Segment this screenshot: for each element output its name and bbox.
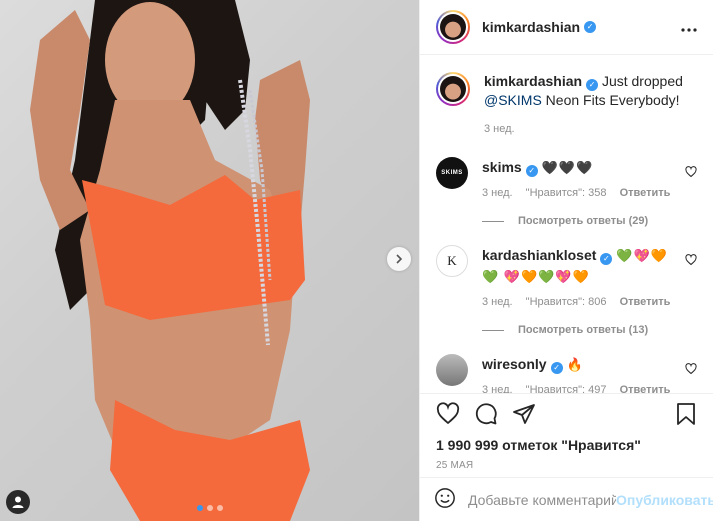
comment-age[interactable]: 3 нед. [482, 187, 513, 199]
save-button[interactable] [675, 402, 697, 429]
comment-avatar[interactable]: K [436, 245, 468, 277]
view-replies-label: Посмотреть ответы (13) [518, 324, 649, 336]
like-button[interactable] [436, 401, 460, 429]
comment-composer: Опубликовать [420, 477, 713, 521]
comment-likes[interactable]: "Нравится": 358 [526, 187, 607, 199]
more-icon [681, 28, 697, 32]
chevron-right-icon [396, 254, 403, 264]
carousel-dots [0, 505, 419, 511]
view-replies-button[interactable]: Посмотреть ответы (29) [482, 215, 697, 227]
heart-icon [685, 166, 697, 178]
carousel-dot[interactable] [216, 505, 223, 511]
heart-icon [685, 254, 697, 266]
comment-text: 🖤🖤🖤 [541, 160, 594, 175]
author-avatar[interactable] [436, 10, 470, 44]
photo-illustration [30, 0, 310, 521]
comment-item: K kardashiankloset ✓ 💚💖🧡💚 💖🧡💚💖🧡 3 нед. "Н… [436, 245, 697, 308]
verified-icon: ✓ [600, 253, 613, 265]
share-button[interactable] [512, 402, 536, 429]
caption-username[interactable]: kimkardashian [484, 73, 582, 89]
comment-likes[interactable]: "Нравится": 497 [526, 384, 607, 393]
reply-button[interactable]: Ответить [620, 384, 671, 393]
publish-button[interactable]: Опубликовать [616, 492, 713, 508]
comment-input[interactable] [468, 491, 616, 508]
caption-age[interactable]: 3 нед. [484, 123, 515, 135]
comment-username[interactable]: wiresonly [482, 356, 547, 372]
verified-icon: ✓ [586, 79, 599, 91]
view-replies-label: Посмотреть ответы (29) [518, 215, 649, 227]
caption-text: Just dropped [601, 73, 683, 89]
comments-list[interactable]: kimkardashian ✓ Just dropped @SKIMS Neon … [420, 56, 713, 393]
post-side-panel: kimkardashian ✓ kimkardashian ✓ Just drop… [419, 0, 713, 521]
comment-username[interactable]: skims [482, 159, 522, 175]
comment-text: 🔥 [566, 357, 584, 372]
caption: kimkardashian ✓ Just dropped @SKIMS Neon … [436, 72, 697, 139]
reply-button[interactable]: Ответить [620, 296, 671, 308]
comment-age[interactable]: 3 нед. [482, 384, 513, 393]
caption-rest: Neon Fits Everybody! [545, 92, 680, 108]
post-photo[interactable] [0, 0, 419, 521]
comment-item: SKIMS skims ✓ 🖤🖤🖤 3 нед. "Нравится": 358 … [436, 157, 697, 199]
more-options-button[interactable] [681, 19, 697, 35]
comment-likes[interactable]: "Нравится": 806 [526, 296, 607, 308]
share-icon [513, 403, 535, 424]
comment-avatar[interactable] [436, 354, 468, 386]
carousel-next-button[interactable] [387, 247, 411, 271]
emoji-picker-button[interactable] [434, 487, 456, 512]
heart-icon [436, 401, 460, 424]
comment-button[interactable] [474, 402, 498, 429]
comment-like-button[interactable] [685, 253, 697, 269]
likes-count[interactable]: 1 990 999 отметок "Нравится" [436, 437, 697, 453]
post-header: kimkardashian ✓ [420, 0, 713, 55]
verified-icon: ✓ [525, 165, 538, 177]
bookmark-icon [677, 402, 695, 425]
comment-like-button[interactable] [685, 362, 697, 378]
comment-icon [475, 402, 497, 424]
carousel-dot[interactable] [206, 505, 213, 511]
view-replies-button[interactable]: Посмотреть ответы (13) [482, 324, 697, 336]
heart-icon [685, 363, 697, 375]
verified-icon: ✓ [584, 21, 597, 33]
reply-button[interactable]: Ответить [620, 187, 671, 199]
verified-icon: ✓ [550, 362, 563, 374]
caption-avatar[interactable] [436, 72, 470, 106]
post-actions: 1 990 999 отметок "Нравится" 25 мая [420, 393, 713, 471]
comment-username[interactable]: kardashiankloset [482, 247, 596, 263]
emoji-icon [435, 488, 455, 508]
comment-like-button[interactable] [685, 165, 697, 181]
comment-item: wiresonly ✓ 🔥 3 нед. "Нравится": 497 Отве… [436, 354, 697, 393]
carousel-dot[interactable] [196, 505, 203, 511]
comment-avatar[interactable]: SKIMS [436, 157, 468, 189]
post-modal: kimkardashian ✓ kimkardashian ✓ Just drop… [0, 0, 713, 521]
comment-age[interactable]: 3 нед. [482, 296, 513, 308]
author-username[interactable]: kimkardashian [482, 19, 580, 35]
post-date[interactable]: 25 мая [436, 460, 697, 471]
caption-mention[interactable]: @SKIMS [484, 92, 542, 108]
